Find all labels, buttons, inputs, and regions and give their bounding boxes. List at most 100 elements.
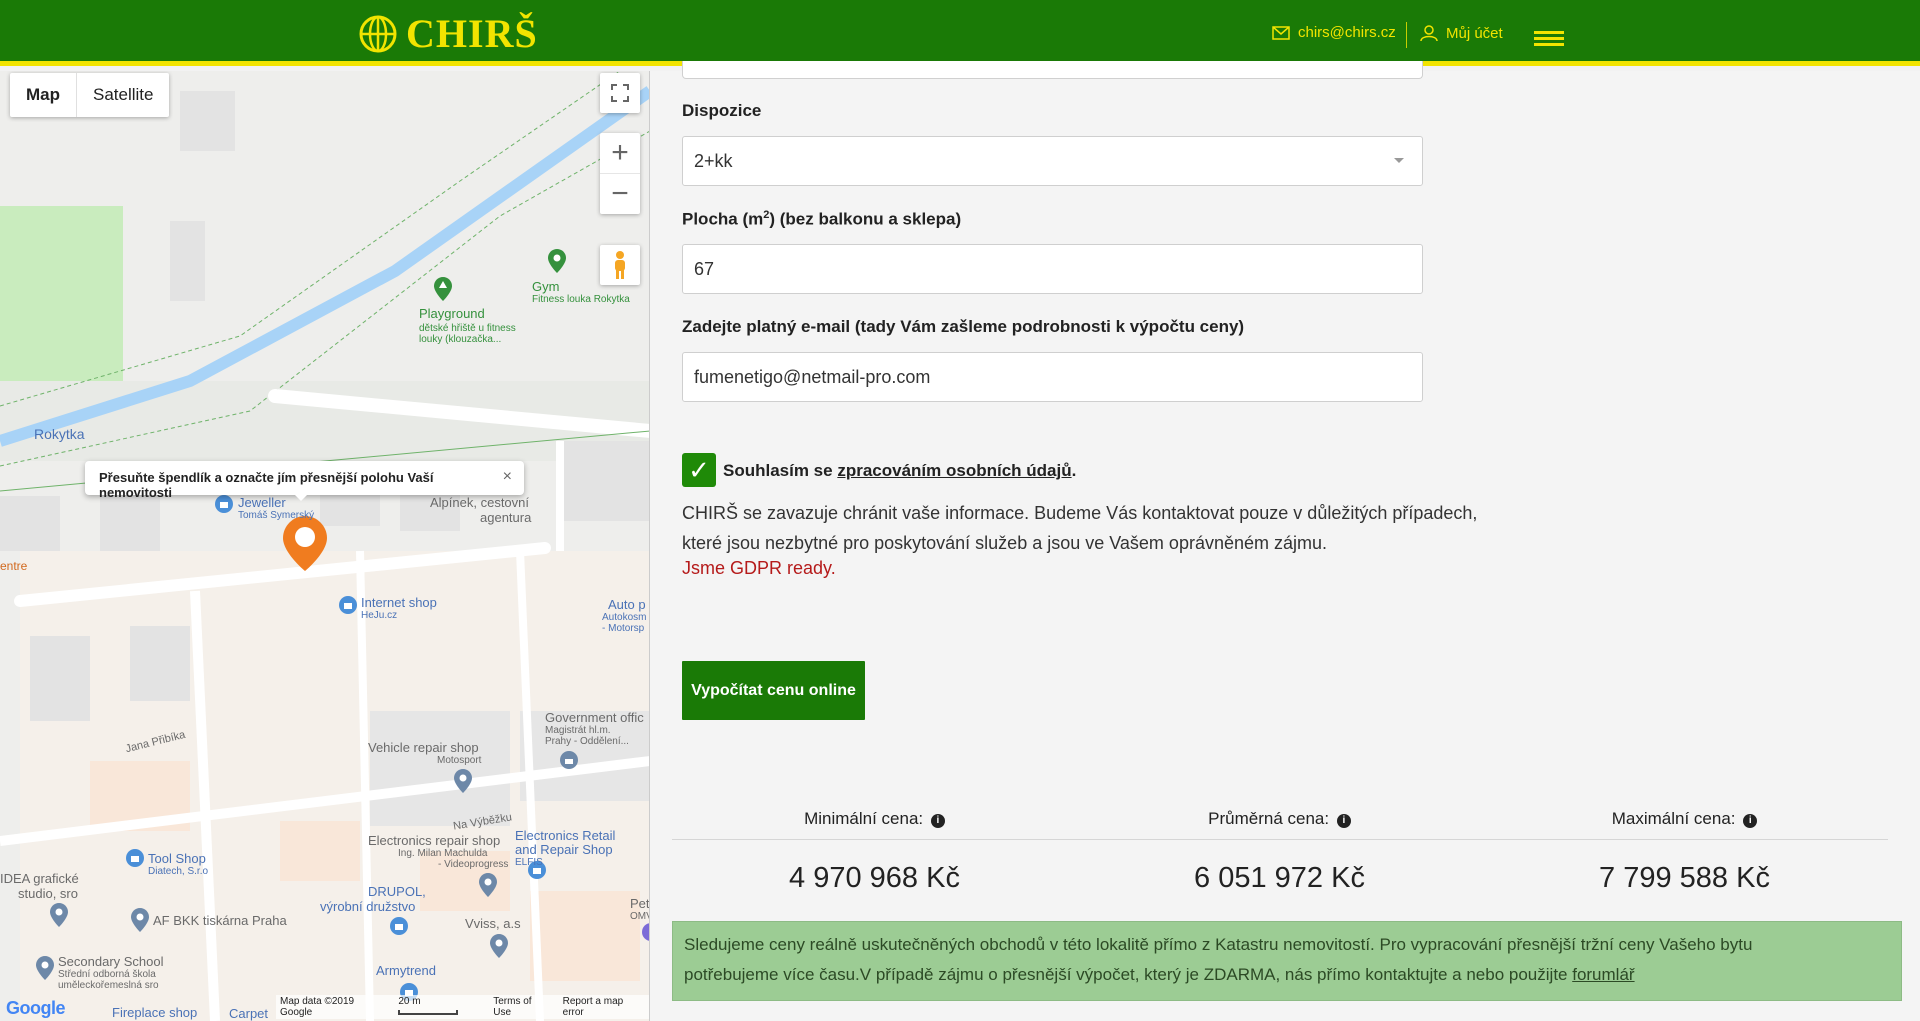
street-view-pegman-icon[interactable]	[600, 245, 640, 285]
map-label-armytrend: Armytrend	[376, 963, 436, 978]
report-map-error-link[interactable]: Report a map error	[563, 996, 645, 1018]
map-label-carpet: Carpet	[229, 1006, 269, 1021]
map-label-pet: Pet	[630, 896, 650, 911]
map-label-government-sub2: Prahy - Oddělení...	[545, 736, 629, 747]
plocha-input[interactable]: 67	[682, 244, 1423, 294]
zoom-out-button[interactable]: −	[600, 174, 640, 214]
vviss-pin-icon[interactable]	[490, 934, 508, 958]
privacy-note: CHIRŠ se zavazuje chránit vaše informace…	[682, 503, 1478, 553]
map-label-tool-shop: Tool Shop	[148, 851, 206, 866]
map-label-secondary-sub1: Střední odborná škola	[58, 969, 156, 980]
map-label-gym: Gym	[532, 279, 560, 294]
pet-pin-icon[interactable]	[642, 923, 650, 941]
info-text-line1: Sledujeme ceny reálně uskutečněných obch…	[684, 935, 1753, 954]
info-icon[interactable]: i	[1336, 814, 1351, 828]
map-label-vehicle-repair-sub: Motosport	[437, 755, 482, 766]
map-label-vviss: Vviss, a.s	[465, 916, 521, 931]
form-link[interactable]: forumlář	[1572, 965, 1634, 984]
email-input[interactable]: fumenetigo@netmail-pro.com	[682, 352, 1423, 402]
jeweller-pin-icon[interactable]	[215, 495, 233, 513]
location-marker-icon[interactable]	[283, 516, 327, 571]
gym-pin-icon[interactable]	[548, 249, 566, 273]
avg-price-column: Průměrná cena: i 6 051 972 Kč	[1077, 809, 1482, 895]
map-label-af-bkk: AF BKK tiskárna Praha	[153, 913, 287, 928]
map-pin-tooltip: Přesuňte špendlík a označte jím přesnějš…	[85, 461, 524, 501]
map-label-entre: entre	[0, 559, 28, 573]
map-label-government-sub1: Magistrát hl.m.	[545, 725, 611, 736]
hamburger-menu-icon[interactable]	[1534, 31, 1564, 46]
map-label-jeweller: Jeweller	[238, 495, 286, 510]
header-account-text: Můj účet	[1446, 24, 1503, 42]
info-box: Sledujeme ceny reálně uskutečněných obch…	[672, 921, 1902, 1001]
map-label-secondary-school: Secondary School	[58, 954, 164, 969]
map-scale: 20 m	[398, 996, 481, 1018]
map-label-vehicle-repair: Vehicle repair shop	[368, 740, 479, 755]
zoom-in-button[interactable]: +	[600, 134, 640, 174]
internet-shop-pin-icon[interactable]	[339, 596, 357, 614]
user-icon	[1420, 25, 1438, 42]
map-label-electronics-repair-sub2: - Videoprogress	[438, 859, 509, 870]
map-label-auto: Auto p	[608, 597, 646, 612]
map-label-electronics-repair: Electronics repair shop	[368, 833, 501, 848]
google-logo: Google	[6, 998, 66, 1018]
government-pin-icon[interactable]	[560, 751, 578, 769]
max-price-column: Maximální cena: i 7 799 588 Kč	[1482, 809, 1887, 895]
map-label-internet-shop-sub: HeJu.cz	[361, 610, 398, 621]
price-form: Dispozice 2+kk Plocha (m2) (bez balkonu …	[650, 61, 1920, 1021]
map-label-pet-sub: OMV	[630, 911, 649, 922]
map-label-electronics-retail-sub: ELFIS	[515, 857, 543, 868]
terms-of-use-link[interactable]: Terms of Use	[493, 996, 550, 1018]
privacy-policy-link[interactable]: zpracováním osobních údajů	[837, 461, 1071, 480]
map-label-playground-sub1: dětské hřiště u fitness	[419, 323, 516, 334]
map-label-drupol1: DRUPOL,	[368, 884, 426, 899]
map-label-tool-shop-sub: Diatech, S.r.o	[148, 866, 209, 877]
map-label-electronics-retail2: and Repair Shop	[515, 842, 613, 857]
map[interactable]: Map Satellite + − Rokytka Gym Fitness lo…	[0, 71, 650, 1021]
header-account-link[interactable]: Můj účet	[1420, 24, 1503, 42]
header-email-text: chirs@chirs.cz	[1298, 24, 1396, 41]
logo[interactable]: CHIRŠ	[358, 10, 538, 57]
map-label-jeweller-sub: Tomáš Symerský	[238, 510, 315, 521]
email-value: fumenetigo@netmail-pro.com	[694, 367, 931, 387]
info-icon[interactable]: i	[1743, 814, 1758, 828]
map-type-satellite-button[interactable]: Satellite	[77, 73, 169, 117]
previous-field[interactable]	[682, 61, 1423, 79]
secondary-school-pin-icon[interactable]	[36, 956, 54, 980]
map-label-alpinek2: agentura	[480, 510, 532, 525]
map-label-internet-shop: Internet shop	[361, 595, 437, 610]
map-label-gym-sub: Fitness louka Rokytka	[532, 294, 630, 305]
vehicle-repair-pin-icon[interactable]	[454, 769, 472, 793]
electronics-repair-pin-icon[interactable]	[479, 873, 497, 897]
idea-pin-icon[interactable]	[50, 903, 68, 927]
dispozice-value: 2+kk	[694, 151, 733, 171]
drupol-pin-icon[interactable]	[390, 917, 408, 935]
map-label-playground: Playground	[419, 306, 485, 321]
map-label-alpinek1: Alpínek, cestovní	[430, 495, 529, 510]
tool-shop-pin-icon[interactable]	[126, 849, 144, 867]
calculate-price-button[interactable]: Vypočítat cenu online	[682, 661, 865, 720]
envelope-icon	[1272, 25, 1290, 40]
header-separator	[1406, 22, 1407, 48]
map-type-map-button[interactable]: Map	[10, 73, 77, 117]
plocha-label: Plocha (m2) (bez balkonu a sklepa)	[682, 209, 962, 229]
header-email-link[interactable]: chirs@chirs.cz	[1272, 24, 1396, 41]
consent-checkbox[interactable]: ✓	[682, 453, 716, 487]
map-label-rokytka: Rokytka	[34, 426, 85, 442]
dispozice-select[interactable]: 2+kk	[682, 136, 1423, 186]
map-label-government: Government offic	[545, 710, 644, 725]
info-icon[interactable]: i	[930, 814, 945, 828]
logo-text: CHIRŠ	[406, 11, 538, 56]
map-label-secondary-sub2: uměleckořemeslná sro	[58, 980, 159, 991]
playground-pin-icon[interactable]	[434, 277, 452, 301]
tooltip-close-icon[interactable]: ×	[503, 468, 512, 486]
fullscreen-button[interactable]	[600, 73, 640, 113]
avg-price-value: 6 051 972 Kč	[1194, 862, 1365, 894]
map-label-electronics-retail1: Electronics Retail	[515, 828, 616, 843]
map-label-playground-sub2: louky (klouzačka...	[419, 334, 502, 345]
map-label-idea2: studio, sro	[18, 886, 78, 901]
map-label-auto-sub1: Autokosm	[602, 612, 647, 623]
af-bkk-pin-icon[interactable]	[131, 908, 149, 932]
map-label-auto-sub2: - Motorsp	[602, 623, 645, 634]
info-text-line2: potřebujeme více času.V případě zájmu o …	[684, 965, 1635, 984]
map-data-attribution: Map data ©2019 Google	[280, 996, 355, 1018]
